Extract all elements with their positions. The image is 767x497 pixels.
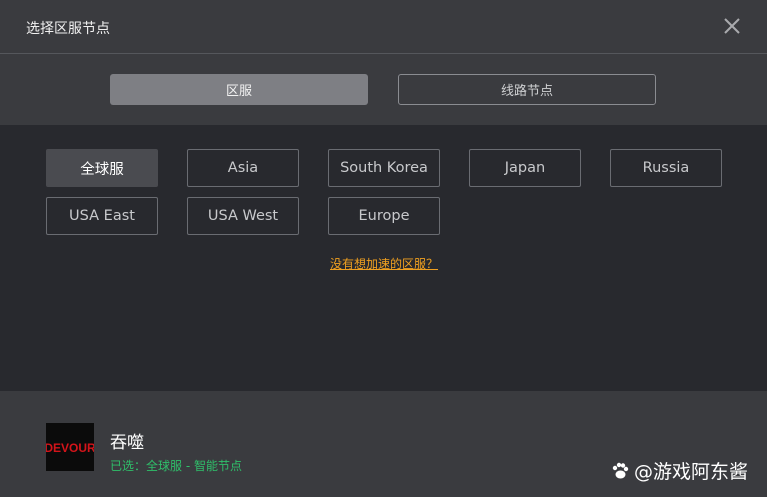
region-option-usa-west[interactable]: USA West [187,197,299,235]
region-option-usa-east[interactable]: USA East [46,197,158,235]
region-option-global[interactable]: 全球服 [46,149,158,187]
missing-region-link[interactable]: 没有想加速的区服？ [330,255,438,272]
close-button[interactable] [721,15,743,37]
region-panel: 全球服 Asia South Korea Japan Russia USA Ea… [0,125,767,391]
selected-node-text: 已选：全球服 - 智能节点 [110,459,242,473]
dialog-title: 选择区服节点 [26,21,110,37]
close-icon [724,18,740,34]
tab-region[interactable]: 区服 [110,74,368,105]
tab-route-node[interactable]: 线路节点 [398,74,656,105]
cover-text: DEVOUR [46,441,94,455]
region-option-south-korea[interactable]: South Korea [328,149,440,187]
watermark-text: @游戏阿东酱 [634,461,749,483]
tab-bar: 区服 线路节点 [0,54,767,125]
region-option-russia[interactable]: Russia [610,149,722,187]
game-cover-image: DEVOUR [46,423,94,471]
footer-bar: DEVOUR 吞噬 已选：全球服 - 智能节点 @游戏阿东酱 [0,391,767,497]
game-name: 吞噬 [110,433,144,453]
watermark: @游戏阿东酱 [610,457,748,484]
paw-icon [612,462,629,478]
region-option-europe[interactable]: Europe [328,197,440,235]
dialog-header: 选择区服节点 [0,0,767,54]
region-option-japan[interactable]: Japan [469,149,581,187]
region-option-asia[interactable]: Asia [187,149,299,187]
devour-logo: DEVOUR [46,423,94,471]
